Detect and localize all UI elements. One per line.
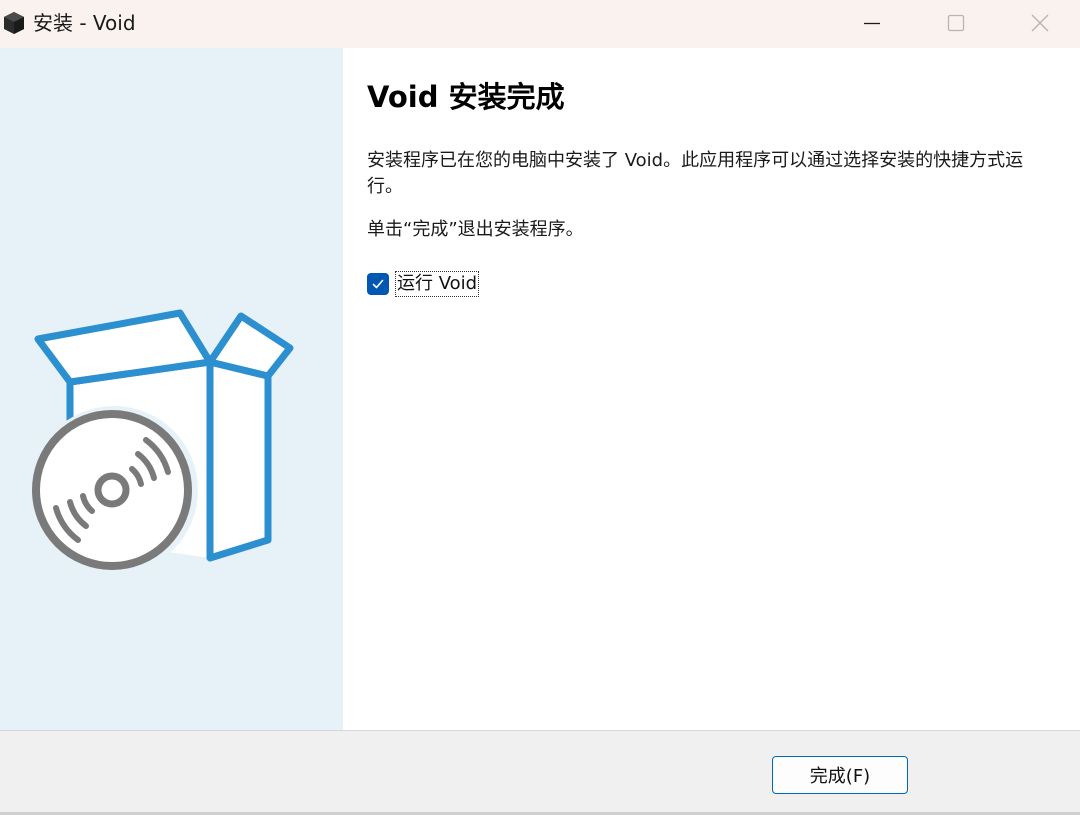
run-app-checkbox[interactable] <box>367 273 389 295</box>
page-title: Void 安装完成 <box>367 80 565 114</box>
title-bar: 安装 - Void <box>0 0 1080 48</box>
close-button[interactable] <box>1008 0 1072 46</box>
installer-window: 安装 - Void Void 安装完成 安装程序已在您的电脑中安装了 Void。… <box>0 0 1080 815</box>
run-app-label[interactable]: 运行 Void <box>395 271 480 297</box>
wizard-content: Void 安装完成 安装程序已在您的电脑中安装了 Void。此应用程序可以通过选… <box>343 48 1080 730</box>
software-box-icon <box>30 309 294 574</box>
run-app-option[interactable]: 运行 Void <box>367 270 480 298</box>
close-icon <box>1031 14 1049 32</box>
minimize-icon <box>864 22 880 25</box>
finish-button[interactable]: 完成(F) <box>772 756 908 794</box>
maximize-icon <box>947 14 965 32</box>
checkmark-icon <box>372 279 384 289</box>
wizard-sidebar <box>0 48 343 730</box>
completion-message: 安装程序已在您的电脑中安装了 Void。此应用程序可以通过选择安装的快捷方式运行… <box>367 150 1024 197</box>
window-title: 安装 - Void <box>33 11 136 35</box>
finish-instruction: 单击“完成”退出安装程序。 <box>367 219 584 240</box>
wizard-footer: 完成(F) <box>0 730 1080 815</box>
maximize-button[interactable] <box>924 0 988 46</box>
minimize-button[interactable] <box>840 0 904 46</box>
void-cube-icon <box>4 12 24 34</box>
